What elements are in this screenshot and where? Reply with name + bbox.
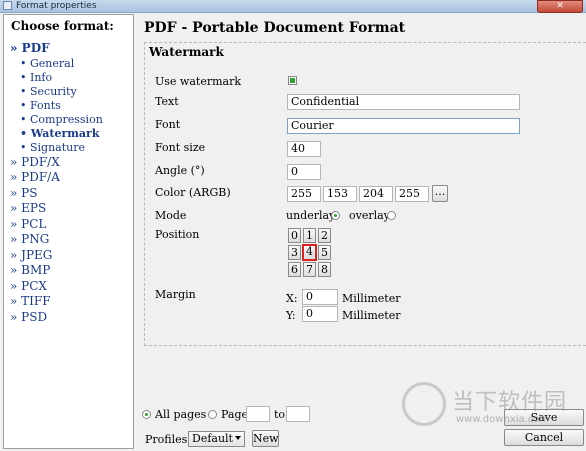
watermark-logo-icon (402, 382, 446, 426)
window-titlebar: Format properties ✕ (0, 0, 586, 13)
sidebar-item-ps[interactable]: » PS (10, 186, 103, 202)
sidebar-item-signature[interactable]: • Signature (10, 141, 103, 155)
site-watermark: 当下软件园 www.downxia.com (400, 380, 586, 430)
margin-x-unit: Millimeter (342, 292, 401, 305)
sidebar-item-tiff[interactable]: » TIFF (10, 294, 103, 310)
chevron-down-icon (235, 436, 241, 440)
sidebar-item-fonts[interactable]: • Fonts (10, 99, 103, 113)
mode-overlay-radio[interactable] (387, 211, 396, 220)
margin-x-label: X: (286, 292, 298, 305)
mode-label: Mode (155, 209, 187, 222)
text-label: Text (155, 95, 179, 108)
position-cell-7[interactable]: 7 (303, 262, 316, 277)
section-title: Watermark (149, 45, 224, 59)
page-title: PDF - Portable Document Format (144, 20, 406, 36)
mode-overlay-label: overlay (349, 209, 390, 222)
page-range-label: Page (221, 408, 249, 421)
profiles-dropdown[interactable]: Default (188, 431, 245, 447)
position-cell-0[interactable]: 0 (288, 228, 301, 243)
mode-underlay-radio[interactable] (331, 211, 340, 220)
page-to-input[interactable] (286, 406, 310, 422)
margin-label: Margin (155, 288, 196, 301)
position-cell-8[interactable]: 8 (318, 262, 331, 277)
format-list: » PDF • General • Info • Security • Font… (10, 41, 103, 325)
sidebar-item-pdfx[interactable]: » PDF/X (10, 155, 103, 171)
position-cell-2[interactable]: 2 (318, 228, 331, 243)
sidebar-item-security[interactable]: • Security (10, 85, 103, 99)
position-cell-5[interactable]: 5 (318, 245, 331, 260)
margin-y-label: Y: (286, 309, 296, 322)
window-title: Format properties (16, 1, 97, 11)
format-sidebar: Choose format: » PDF • General • Info • … (3, 14, 134, 449)
margin-y-unit: Millimeter (342, 309, 401, 322)
font-size-label: Font size (155, 141, 206, 154)
sidebar-item-png[interactable]: » PNG (10, 232, 103, 248)
sidebar-header: Choose format: (11, 19, 114, 33)
angle-input[interactable]: 0 (287, 164, 321, 180)
color-label: Color (ARGB) (155, 186, 231, 199)
page-to-label: to (274, 408, 286, 421)
mode-underlay-label: underlay (286, 209, 336, 222)
profiles-selected-value: Default (192, 432, 233, 445)
use-watermark-label: Use watermark (155, 75, 241, 88)
all-pages-radio[interactable] (142, 410, 151, 419)
watermark-url: www.downxia.com (456, 414, 550, 425)
sidebar-item-psd[interactable]: » PSD (10, 310, 103, 326)
sidebar-item-info[interactable]: • Info (10, 71, 103, 85)
sidebar-item-bmp[interactable]: » BMP (10, 263, 103, 279)
color-blue-input[interactable]: 255 (395, 186, 429, 202)
sidebar-item-watermark[interactable]: • Watermark (10, 127, 103, 141)
font-size-input[interactable]: 40 (287, 141, 321, 157)
sidebar-item-pdfa[interactable]: » PDF/A (10, 170, 103, 186)
page-range-radio[interactable] (208, 410, 217, 419)
sidebar-item-eps[interactable]: » EPS (10, 201, 103, 217)
cancel-button[interactable]: Cancel (504, 429, 584, 446)
new-profile-button[interactable]: New (252, 430, 279, 447)
font-label: Font (155, 118, 181, 131)
text-input[interactable]: Confidential (287, 94, 520, 110)
position-label: Position (155, 228, 200, 241)
sidebar-item-pcx[interactable]: » PCX (10, 279, 103, 295)
sidebar-item-pcl[interactable]: » PCL (10, 217, 103, 233)
watermark-section: Watermark Use watermark Text Confidentia… (144, 42, 586, 346)
font-input[interactable]: Courier (287, 118, 520, 134)
sidebar-item-compression[interactable]: • Compression (10, 113, 103, 127)
sidebar-item-jpeg[interactable]: » JPEG (10, 248, 103, 264)
angle-label: Angle (°) (155, 164, 205, 177)
all-pages-label: All pages (155, 408, 207, 421)
settings-panel: PDF - Portable Document Format Watermark… (135, 14, 586, 398)
color-alpha-input[interactable]: 255 (287, 186, 321, 202)
position-cell-6[interactable]: 6 (288, 262, 301, 277)
profiles-label: Profiles: (145, 433, 191, 446)
color-green-input[interactable]: 204 (359, 186, 393, 202)
use-watermark-checkbox[interactable] (288, 76, 297, 85)
color-red-input[interactable]: 153 (323, 186, 357, 202)
margin-x-input[interactable]: 0 (302, 289, 338, 305)
sidebar-item-general[interactable]: • General (10, 57, 103, 71)
position-cell-1[interactable]: 1 (303, 228, 316, 243)
watermark-text: 当下软件园 (452, 390, 568, 415)
sidebar-item-pdf[interactable]: » PDF (10, 41, 103, 57)
page-from-input[interactable] (246, 406, 270, 422)
color-picker-button[interactable]: ... (432, 185, 448, 202)
position-cell-3[interactable]: 3 (288, 245, 301, 260)
close-icon[interactable]: ✕ (537, 0, 583, 13)
app-icon (3, 1, 12, 10)
margin-y-input[interactable]: 0 (302, 306, 338, 322)
position-cell-4[interactable]: 4 (302, 244, 317, 261)
